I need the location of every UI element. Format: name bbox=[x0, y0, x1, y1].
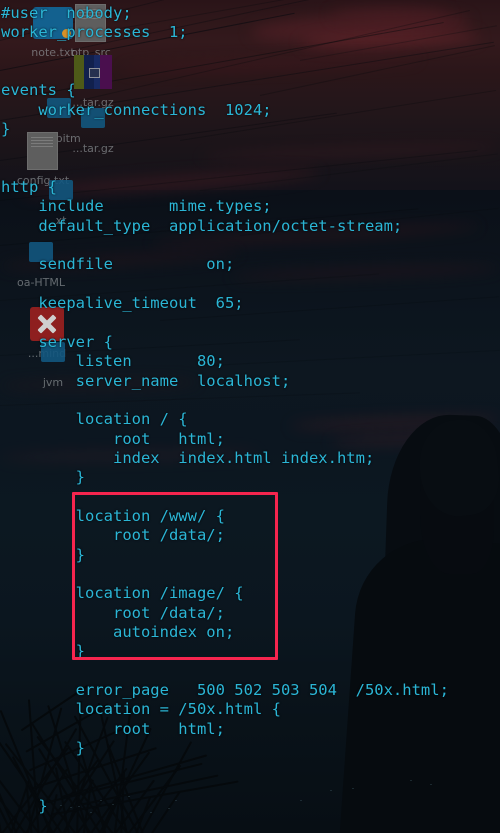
code-line: index index.html index.htm; bbox=[1, 448, 375, 467]
code-line: sendfile on; bbox=[1, 255, 235, 274]
code-line: listen 80; bbox=[1, 352, 225, 371]
code-line: root /data/; bbox=[1, 526, 225, 545]
code-line: worker_processes 1; bbox=[1, 23, 188, 42]
code-line: default_type application/octet-stream; bbox=[1, 216, 403, 235]
code-line: root /data/; bbox=[1, 603, 225, 622]
code-line: autoindex on; bbox=[1, 623, 235, 641]
code-line: location / { bbox=[1, 410, 188, 429]
code-line: } bbox=[1, 739, 85, 758]
code-line: include mime.types; bbox=[1, 197, 272, 216]
code-line: location /image/ { bbox=[1, 584, 244, 603]
code-line: root html; bbox=[1, 719, 225, 738]
code-line: location /www/ { bbox=[1, 506, 225, 525]
code-line: events { bbox=[1, 81, 76, 100]
code-line: http { bbox=[1, 178, 57, 197]
code-line: } bbox=[1, 642, 85, 661]
nginx-config-text: #user nobody; worker_processes 1; events … bbox=[0, 0, 449, 833]
code-line: root html; bbox=[1, 429, 225, 448]
code-line: } bbox=[1, 545, 85, 564]
code-line: } bbox=[1, 468, 85, 487]
code-line: keepalive_timeout 65; bbox=[1, 294, 244, 313]
code-line: worker_connections 1024; bbox=[1, 100, 272, 119]
code-line: } bbox=[1, 120, 11, 139]
code-line: location = /50x.html { bbox=[1, 700, 281, 719]
code-line: server_name localhost; bbox=[1, 371, 291, 390]
code-line: server { bbox=[1, 332, 113, 351]
code-line: } bbox=[1, 797, 48, 816]
code-line: error_page 500 502 503 504 /50x.html; bbox=[1, 681, 449, 700]
code-line: #user nobody; bbox=[1, 4, 132, 22]
